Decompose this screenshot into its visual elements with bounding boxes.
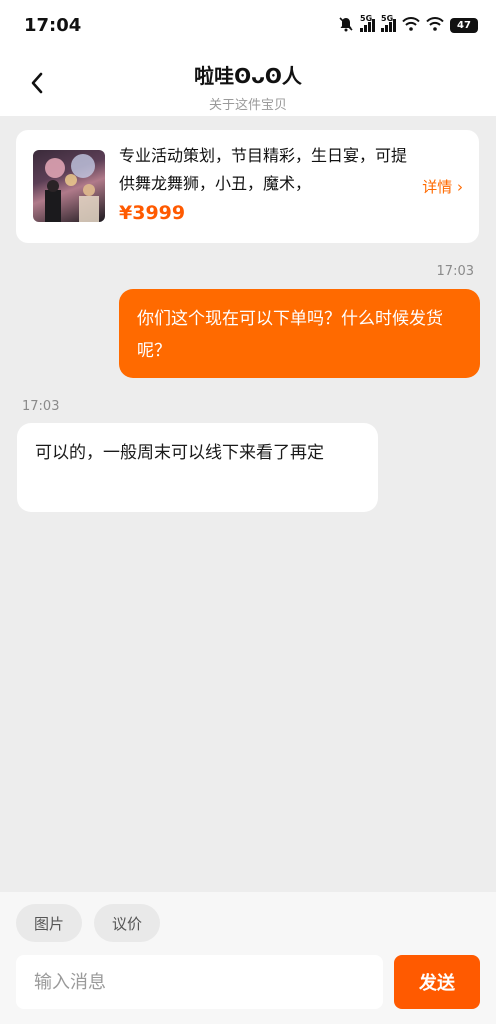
product-image <box>33 150 105 222</box>
chat-title: 啦哇ʘᴗʘ人 <box>194 64 302 88</box>
battery-icon: 47 <box>450 17 478 33</box>
message-timestamp: 17:03 <box>436 264 474 279</box>
product-description: 专业活动策划，节目精彩，生日宴，可提供舞龙舞狮，小丑，魔术， <box>119 146 408 193</box>
product-price: ¥3999 <box>119 202 186 224</box>
signal-icon: 5G <box>381 14 396 32</box>
chat-header: 啦哇ʘᴗʘ人 关于这件宝贝 <box>0 50 496 116</box>
chat-subtitle: 关于这件宝贝 <box>208 98 287 113</box>
product-detail-link[interactable]: 详情 › <box>422 176 463 197</box>
status-icons: 5G 5G 47 <box>338 14 478 35</box>
input-bar: 图片 议价 发送 <box>0 892 496 1024</box>
image-quick-button[interactable]: 图片 <box>16 904 82 942</box>
message-timestamp: 17:03 <box>22 399 60 414</box>
mute-bell-icon <box>338 16 354 35</box>
send-button[interactable]: 发送 <box>394 955 480 1009</box>
wifi-icon <box>426 16 444 34</box>
message-bubble-incoming[interactable]: 可以的，一般周末可以线下来看了再定 <box>17 423 378 512</box>
wifi-icon <box>402 16 420 34</box>
signal-icon: 5G <box>360 14 375 32</box>
message-bubble-outgoing[interactable]: 你们这个现在可以下单吗？什么时候发货呢？ <box>119 289 480 378</box>
status-time: 17:04 <box>24 14 82 36</box>
network-label: 5G <box>360 14 373 23</box>
status-bar: 17:04 5G 5G 47 <box>0 0 496 50</box>
product-card[interactable]: 专业活动策划，节目精彩，生日宴，可提供舞龙舞狮，小丑，魔术， ¥3999 详情 … <box>16 130 479 243</box>
bargain-quick-button[interactable]: 议价 <box>94 904 160 942</box>
message-input[interactable] <box>16 955 383 1009</box>
network-label: 5G <box>381 14 394 23</box>
